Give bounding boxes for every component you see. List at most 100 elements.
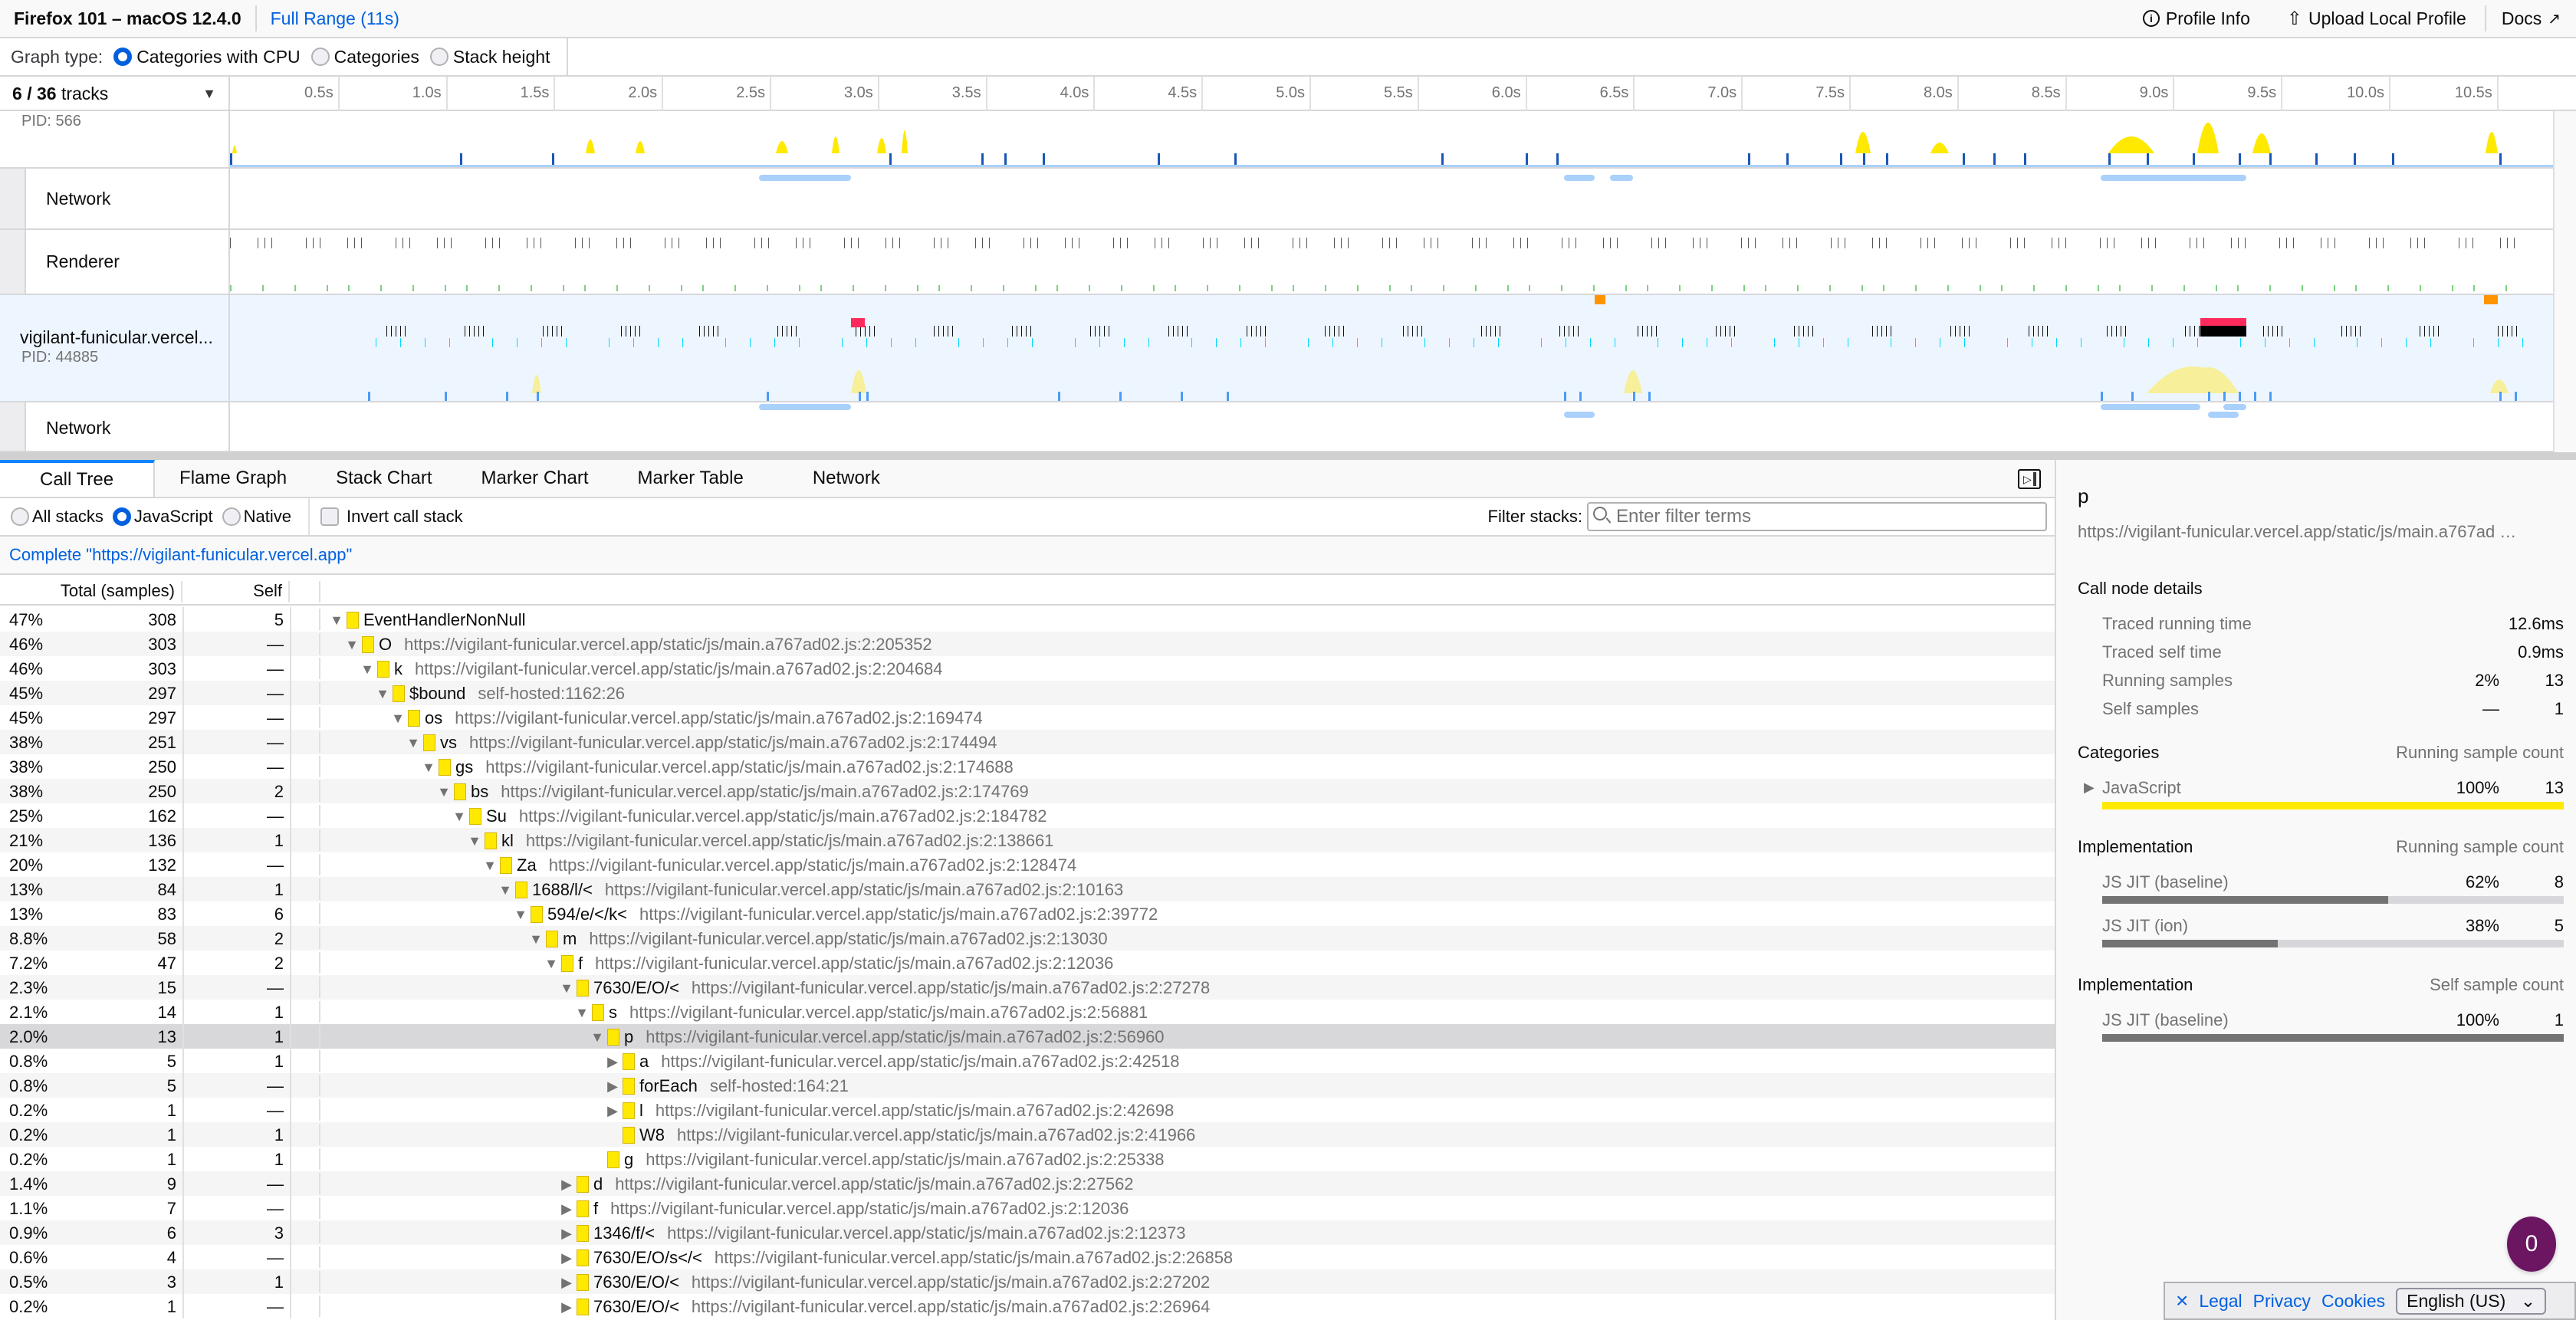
track-process-566[interactable]: PID: 566 <box>0 111 2553 169</box>
upload-profile-button[interactable]: ⇧ Upload Local Profile <box>2269 8 2485 30</box>
collapsed-triangle-icon[interactable]: ▶ <box>558 1177 575 1193</box>
call-tree-row[interactable]: 21% 136 1 ▼ kl https://vigilant-funicular.ver… <box>0 828 2055 852</box>
tab-call-tree[interactable]: Call Tree <box>0 460 156 497</box>
call-tree-row[interactable]: 0.2% 1 — ▶ 7630/E/O/< https://vigilant-funicu… <box>0 1294 2055 1318</box>
expanded-triangle-icon[interactable]: ▼ <box>451 809 468 825</box>
track-content-process[interactable]: vigilant-funicular.vercel... PID: 44885 <box>0 295 2553 402</box>
invert-call-stack-checkbox[interactable] <box>320 507 339 526</box>
call-tree-row[interactable]: 38% 250 — ▼ gs https://vigilant-funicular.ver… <box>0 754 2055 779</box>
expanded-triangle-icon[interactable]: ▼ <box>512 907 529 923</box>
call-tree-row[interactable]: 46% 303 — ▼ Ohttps://vigilant-funicular.verc… <box>0 632 2055 656</box>
track-renderer[interactable]: Renderer <box>0 230 2553 295</box>
collapsed-triangle-icon[interactable]: ▶ <box>558 1275 575 1291</box>
call-tree-row[interactable]: 8.8% 58 2 ▼ m https://vigilant-funicular.verc… <box>0 926 2055 951</box>
call-tree-row[interactable]: 0.8% 5 1 ▶ a https://vigilant-funicular.verce… <box>0 1049 2055 1073</box>
call-tree-row[interactable]: 25% 162 — ▼ Su https://vigilant-funicular.ver… <box>0 803 2055 828</box>
profile-info-button[interactable]: i Profile Info <box>2124 8 2269 29</box>
call-tree-row[interactable]: 7.2% 47 2 ▼ f https://vigilant-funicular.verc… <box>0 951 2055 975</box>
tracks-scrollbar[interactable] <box>2553 111 2576 452</box>
expanded-triangle-icon[interactable]: ▼ <box>374 686 391 702</box>
privacy-link[interactable]: Privacy <box>2253 1291 2311 1312</box>
category-row-javascript[interactable]: ▶ JavaScript 100% 13 <box>2084 773 2564 802</box>
expanded-triangle-icon[interactable]: ▼ <box>359 662 376 678</box>
call-tree-row[interactable]: 1.1% 7 — ▶ f https://vigilant-funicular.verce… <box>0 1196 2055 1220</box>
collapsed-triangle-icon[interactable]: ▶ <box>558 1201 575 1217</box>
collapsed-triangle-icon[interactable]: ▶ <box>558 1299 575 1315</box>
call-tree-row[interactable]: 46% 303 — ▼ k https://vigilant-funicular.verc… <box>0 656 2055 681</box>
expanded-triangle-icon[interactable]: ▼ <box>435 784 452 800</box>
language-select[interactable]: English (US) ⌄ <box>2396 1287 2547 1315</box>
expanded-triangle-icon[interactable]: ▼ <box>527 931 544 947</box>
expanded-triangle-icon[interactable]: ▼ <box>328 612 345 629</box>
expanded-triangle-icon[interactable]: ▼ <box>543 956 560 972</box>
docs-link[interactable]: Docs ↗ <box>2484 5 2576 31</box>
collapsed-triangle-icon[interactable]: ▶ <box>604 1103 621 1119</box>
call-tree-row[interactable]: 0.2% 1 1 g https://vigilant-funicular.vercel… <box>0 1147 2055 1171</box>
panel-splitter[interactable] <box>0 452 2576 460</box>
upload-icon: ⇧ <box>2286 8 2302 29</box>
expanded-triangle-icon[interactable]: ▼ <box>558 980 575 997</box>
call-tree-row[interactable]: 45% 297 — ▼ os https://vigilant-funicular.ver… <box>0 705 2055 730</box>
legal-link[interactable]: Legal <box>2199 1291 2242 1312</box>
tab-network[interactable]: Network <box>768 460 905 497</box>
call-tree-row[interactable]: 0.6% 4 — ▶ 7630/E/O/s</< https://vigilant-fun… <box>0 1245 2055 1269</box>
expanded-triangle-icon[interactable]: ▼ <box>343 637 360 653</box>
collapsed-triangle-icon[interactable]: ▶ <box>604 1079 621 1095</box>
expanded-triangle-icon[interactable]: ▼ <box>497 882 514 898</box>
expanded-triangle-icon[interactable]: ▼ <box>466 833 483 849</box>
radio-categories-cpu[interactable] <box>113 48 133 66</box>
collapsed-triangle-icon[interactable]: ▶ <box>558 1226 575 1242</box>
close-footer-icon[interactable]: × <box>2176 1289 2188 1313</box>
tab-marker-table[interactable]: Marker Table <box>613 460 768 497</box>
tab-flame-graph[interactable]: Flame Graph <box>155 460 311 497</box>
expanded-triangle-icon[interactable]: ▼ <box>589 1029 606 1046</box>
content-activity-graph[interactable] <box>230 295 2553 401</box>
renderer-activity <box>1797 285 1799 291</box>
radio-native[interactable] <box>222 507 241 526</box>
tab-marker-chart[interactable]: Marker Chart <box>457 460 613 497</box>
call-tree-row[interactable]: 38% 250 2 ▼ bs https://vigilant-funicular.ver… <box>0 779 2055 803</box>
tracks-dropdown[interactable]: 6 / 36 tracks ▼ <box>0 77 230 111</box>
expanded-triangle-icon[interactable]: ▼ <box>481 858 498 874</box>
call-tree-row[interactable]: 47% 308 5 ▼ EventHandlerNonNull <box>0 607 2055 632</box>
collapsed-triangle-icon[interactable]: ▶ <box>604 1054 621 1070</box>
network-graph[interactable] <box>230 402 2553 451</box>
radio-all-stacks[interactable] <box>11 507 29 526</box>
expanded-triangle-icon[interactable]: ▼ <box>420 760 437 776</box>
expanded-triangle-icon[interactable]: ▼ <box>405 735 422 751</box>
call-tree-row[interactable]: 0.2% 1 — ▶ l https://vigilant-funicular.verce… <box>0 1098 2055 1122</box>
call-tree-row[interactable]: 0.9% 6 3 ▶ 1346/f/< https://vigilant-funicula… <box>0 1220 2055 1245</box>
expanded-triangle-icon[interactable]: ▼ <box>389 711 406 727</box>
collapsed-triangle-icon[interactable]: ▶ <box>558 1250 575 1266</box>
cookies-link[interactable]: Cookies <box>2321 1291 2385 1312</box>
renderer-graph[interactable] <box>230 230 2553 294</box>
filter-stacks-input[interactable] <box>1587 502 2047 531</box>
tab-stack-chart[interactable]: Stack Chart <box>311 460 456 497</box>
network-graph[interactable] <box>230 169 2553 228</box>
full-range-breadcrumb[interactable]: Full Range (11s) <box>257 8 399 29</box>
call-tree-row[interactable]: 0.5% 3 1 ▶ 7630/E/O/< https://vigilant-funicu… <box>0 1269 2055 1294</box>
radio-javascript[interactable] <box>112 507 131 526</box>
radio-stack-height[interactable] <box>429 48 449 66</box>
call-tree-row[interactable]: 1.4% 9 — ▶ d https://vigilant-funicular.verce… <box>0 1171 2055 1196</box>
call-tree-row[interactable]: 0.2% 1 1 W8 https://vigilant-funicular.verce… <box>0 1122 2055 1147</box>
call-tree-row[interactable]: 2.0% 13 1 ▼ p https://vigilant-funicular.verc… <box>0 1024 2055 1049</box>
call-tree-row[interactable]: 20% 132 — ▼ Za https://vigilant-funicular.ver… <box>0 852 2055 877</box>
call-tree-row[interactable]: 45% 297 — ▼ $bound self-hosted:1162:26 <box>0 681 2055 705</box>
call-tree-row[interactable]: 13% 83 6 ▼ 594/e/</k< https://vigilant-funicu… <box>0 901 2055 926</box>
sidebar-toggle-icon[interactable]: ▷ <box>2018 469 2041 489</box>
notification-badge[interactable]: 0 <box>2507 1217 2556 1272</box>
call-tree-row[interactable]: 2.3% 15 — ▼ 7630/E/O/< https://vigilant-funic… <box>0 975 2055 1000</box>
expanded-triangle-icon[interactable]: ▼ <box>573 1005 590 1021</box>
renderer-marker <box>2410 238 2411 248</box>
call-tree-row[interactable]: 13% 84 1 ▼ 1688/l/< https://vigilant-funicula… <box>0 877 2055 901</box>
call-tree-row[interactable]: 0.8% 5 — ▶ forEach self-hosted:164:21 <box>0 1073 2055 1098</box>
js-marker <box>2277 326 2278 337</box>
cpu-activity-graph[interactable] <box>230 111 2553 167</box>
call-tree-row[interactable]: 38% 251 — ▼ vs https://vigilant-funicular.ver… <box>0 730 2055 754</box>
call-tree-row[interactable]: 2.1% 14 1 ▼ s https://vigilant-funicular.verc… <box>0 1000 2055 1024</box>
track-network-2[interactable]: Network <box>0 402 2553 452</box>
breadcrumb-item[interactable]: Complete "https://vigilant-funicular.ver… <box>9 545 352 565</box>
radio-categories[interactable] <box>310 48 330 66</box>
track-network-1[interactable]: Network <box>0 169 2553 230</box>
